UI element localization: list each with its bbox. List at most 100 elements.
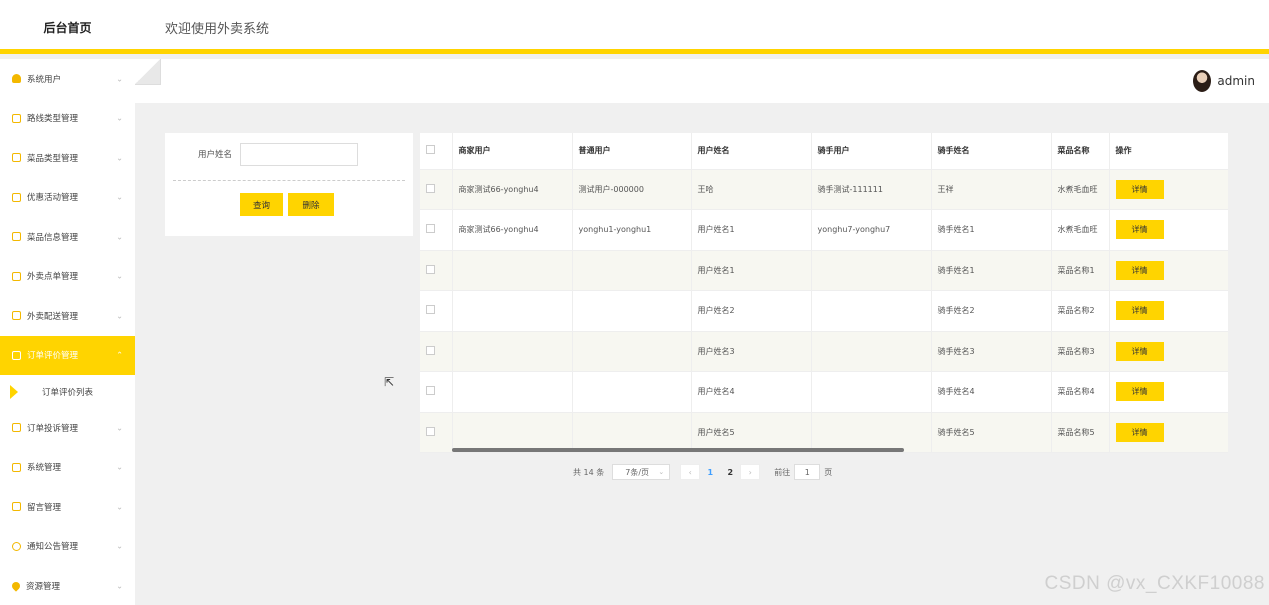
square-icon — [12, 271, 21, 281]
detail-button[interactable]: 详情 — [1115, 422, 1164, 442]
table-cell: 骑手姓名4 — [931, 371, 1052, 413]
column-header: 菜品名称 — [1051, 133, 1110, 170]
column-header: 骑手姓名 — [931, 133, 1052, 170]
row-select-cell — [420, 371, 453, 413]
sidebar-item-order-reviews[interactable]: 订单评价管理 ⌃ — [0, 335, 135, 375]
page-size-value: 7条/页 — [625, 467, 650, 477]
table-cell — [572, 290, 692, 332]
chevron-down-icon: ⌄ — [116, 311, 123, 321]
query-button[interactable]: 查询 — [240, 193, 283, 216]
image-icon — [12, 502, 21, 512]
sidebar-item-label: 系统管理 — [27, 463, 62, 474]
sidebar-item-resources[interactable]: 资源管理 ⌄ — [0, 566, 135, 605]
action-cell: 详情 — [1109, 209, 1228, 251]
table-cell: 用户姓名2 — [691, 290, 812, 332]
table-cell: 用户姓名1 — [691, 209, 812, 251]
horizontal-scrollbar[interactable] — [452, 448, 904, 452]
detail-button[interactable]: 详情 — [1115, 301, 1164, 321]
sidebar-item-label: 菜品信息管理 — [27, 232, 79, 243]
sidebar-item-delivery[interactable]: 外卖配送管理 ⌄ — [0, 296, 135, 336]
sidebar-item-messages[interactable]: 留言管理 ⌄ — [0, 487, 135, 527]
table-cell: 菜品名称5 — [1051, 412, 1110, 453]
user-menu[interactable]: admin — [1193, 59, 1269, 103]
delete-button[interactable]: 删除 — [288, 193, 334, 216]
row-checkbox[interactable] — [426, 386, 435, 396]
row-checkbox[interactable] — [426, 305, 435, 315]
row-select-cell — [420, 209, 453, 251]
watermark: CSDN @vx_CXKF10088 — [1044, 573, 1265, 594]
sidebar-item-dish-info[interactable]: 菜品信息管理 ⌄ — [0, 217, 135, 257]
data-table: 商家用户 普通用户 用户姓名 骑手用户 骑手姓名 菜品名称 操作 商家测试66-… — [420, 133, 1228, 453]
sidebar-item-label: 优惠活动管理 — [27, 193, 79, 204]
chevron-down-icon: ⌄ — [116, 462, 123, 472]
table-cell — [811, 331, 932, 372]
row-checkbox[interactable] — [426, 224, 435, 234]
table-cell — [572, 250, 692, 291]
table-cell: 菜品名称2 — [1051, 290, 1110, 332]
goto-label: 前往 — [774, 467, 791, 477]
chevron-down-icon: ⌄ — [116, 232, 123, 242]
row-select-cell — [420, 169, 453, 210]
submenu-item-label: 订单评价列表 — [42, 387, 94, 398]
table-cell — [572, 371, 692, 413]
detail-button[interactable]: 详情 — [1115, 260, 1164, 280]
prev-page-button[interactable]: ‹ — [680, 464, 701, 480]
row-checkbox[interactable] — [426, 264, 435, 274]
select-all-checkbox[interactable] — [426, 145, 435, 155]
sidebar-item-promotions[interactable]: 优惠活动管理 ⌄ — [0, 178, 135, 218]
info-icon — [12, 541, 21, 551]
row-checkbox[interactable] — [426, 345, 435, 355]
table-row: 用户姓名3 骑手姓名3 菜品名称3 详情 — [420, 331, 1228, 372]
next-page-button[interactable]: › — [740, 464, 761, 480]
row-checkbox[interactable] — [426, 426, 435, 436]
sidebar-item-system-users[interactable]: 系统用户 ⌄ — [0, 59, 135, 99]
page-size-select[interactable]: 7条/页 ⌄ — [612, 464, 671, 480]
submenu-item-review-list[interactable]: 订单评价列表 — [0, 375, 135, 408]
welcome-title: 欢迎使用外卖系统 — [165, 21, 270, 37]
search-panel: 用户姓名 查询 删除 — [165, 133, 413, 236]
table-cell — [811, 371, 932, 413]
sidebar-item-system-management[interactable]: 系统管理 ⌄ — [0, 448, 135, 488]
goto-page-input[interactable]: 1 — [794, 464, 821, 480]
table-cell — [452, 412, 573, 453]
sidebar-item-label: 通知公告管理 — [27, 542, 79, 553]
chevron-down-icon: ⌄ — [116, 113, 123, 123]
table-cell — [452, 331, 573, 372]
avatar — [1193, 70, 1212, 92]
sidebar-item-announcements[interactable]: 通知公告管理 ⌄ — [0, 527, 135, 567]
chevron-down-icon: ⌄ — [116, 581, 123, 591]
chevron-up-icon: ⌃ — [116, 350, 123, 360]
sidebar-item-complaints[interactable]: 订单投诉管理 ⌄ — [0, 408, 135, 448]
page-number[interactable]: 1 — [700, 464, 720, 480]
action-cell: 详情 — [1109, 290, 1228, 332]
table-cell — [452, 250, 573, 291]
sidebar-item-route-types[interactable]: 路线类型管理 ⌄ — [0, 99, 135, 139]
table-cell: 测试用户-000000 — [572, 169, 692, 210]
detail-button[interactable]: 详情 — [1115, 220, 1164, 240]
sidebar-item-label: 留言管理 — [27, 502, 62, 513]
row-checkbox[interactable] — [426, 183, 435, 193]
table-cell — [572, 412, 692, 453]
home-logo[interactable]: 后台首页 — [0, 0, 135, 54]
action-cell: 详情 — [1109, 331, 1228, 372]
table-cell: 骑手姓名1 — [931, 250, 1052, 291]
page-number[interactable]: 2 — [720, 464, 740, 480]
chevron-down-icon: ⌄ — [116, 502, 123, 512]
chevron-down-icon: ⌄ — [116, 423, 123, 433]
chevron-down-icon: ⌄ — [116, 192, 123, 202]
detail-button[interactable]: 详情 — [1115, 179, 1164, 199]
user-name-input[interactable] — [240, 143, 358, 166]
detail-button[interactable]: 详情 — [1115, 382, 1164, 402]
sidebar-item-dish-types[interactable]: 菜品类型管理 ⌄ — [0, 138, 135, 178]
table-header-row: 商家用户 普通用户 用户姓名 骑手用户 骑手姓名 菜品名称 操作 — [420, 133, 1228, 170]
sidebar-item-orders[interactable]: 外卖点单管理 ⌄ — [0, 257, 135, 297]
collapse-toggle[interactable] — [135, 59, 161, 85]
column-header: 商家用户 — [452, 133, 573, 170]
table-cell — [452, 371, 573, 413]
table-cell — [811, 250, 932, 291]
user-icon — [12, 74, 21, 84]
detail-button[interactable]: 详情 — [1115, 341, 1164, 361]
column-header: 普通用户 — [572, 133, 692, 170]
search-label: 用户姓名 — [198, 150, 233, 160]
table-row: 商家测试66-yonghu4 测试用户-000000 王哈 骑手测试-111111 王祥… — [420, 169, 1228, 210]
